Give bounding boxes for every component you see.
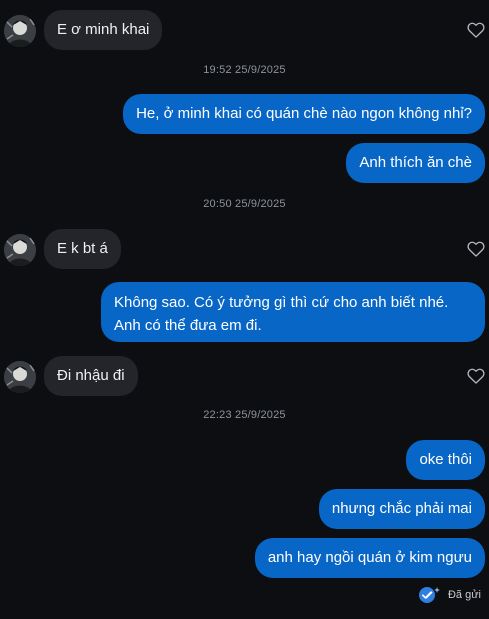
message-bubble[interactable]: nhưng chắc phải mai	[318, 489, 485, 529]
timestamp: 20:50 25/9/2025	[203, 198, 286, 210]
heart-icon[interactable]	[466, 366, 486, 386]
avatar[interactable]	[4, 361, 36, 393]
status-label: Đã gửi	[447, 589, 481, 601]
message-bubble[interactable]: oke thôi	[406, 440, 485, 480]
message-bubble[interactable]: E k bt á	[44, 229, 121, 269]
avatar[interactable]	[4, 15, 36, 47]
message-bubble[interactable]: Đi nhậu đi	[44, 356, 138, 396]
message-bubble[interactable]: Không sao. Có ý tưởng gì thì cứ cho anh …	[101, 282, 485, 342]
message-bubble[interactable]: E ơ minh khai	[44, 10, 163, 50]
timestamp: 22:23 25/9/2025	[203, 409, 286, 421]
heart-icon[interactable]	[466, 20, 486, 40]
avatar-image	[4, 234, 36, 266]
message-bubble[interactable]: Anh thích ăn chè	[346, 143, 485, 183]
avatar[interactable]	[4, 234, 36, 266]
message-bubble[interactable]: He, ở minh khai có quán chè nào ngon khô…	[123, 94, 485, 134]
avatar-image	[4, 361, 36, 393]
delivery-status: Đã gửi	[418, 586, 481, 604]
heart-icon[interactable]	[466, 239, 486, 259]
timestamp: 19:52 25/9/2025	[203, 64, 286, 76]
sent-check-icon	[418, 586, 440, 604]
message-bubble[interactable]: anh hay ngồi quán ở kim ngưu	[254, 538, 485, 578]
avatar-image	[4, 15, 36, 47]
